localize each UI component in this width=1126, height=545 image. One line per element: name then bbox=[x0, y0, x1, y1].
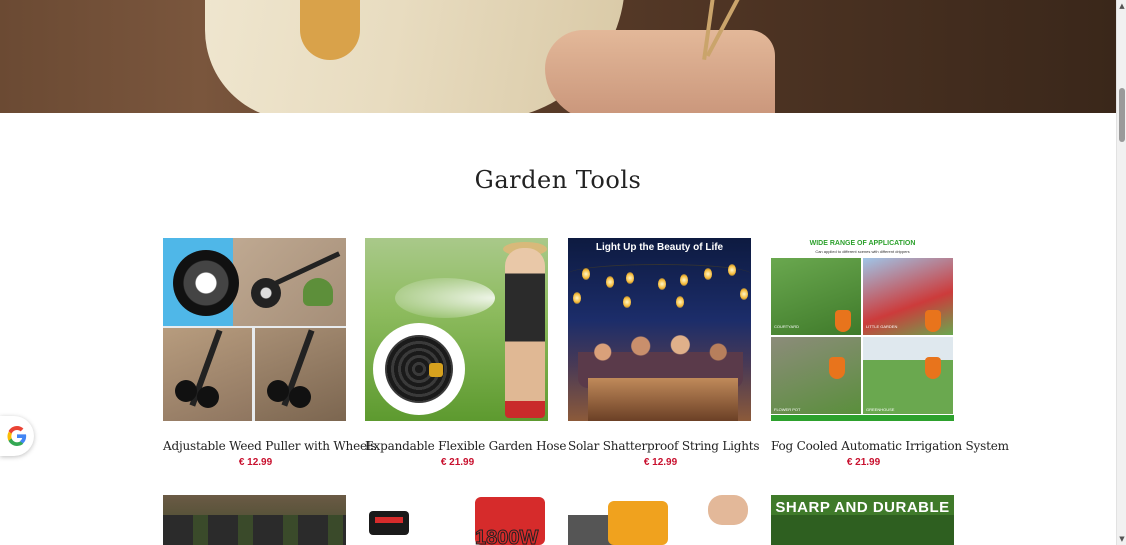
product-price: € 12.99 bbox=[238, 457, 273, 468]
image-headline: WIDE RANGE OF APPLICATION bbox=[809, 240, 916, 247]
product-card[interactable]: Adjustable Weed Puller with Wheels € 12.… bbox=[163, 238, 377, 468]
product-card[interactable]: Expandable Flexible Garden Hose € 21.99 bbox=[365, 238, 566, 468]
image-label: FLOWER POT bbox=[774, 407, 801, 412]
section-title: Garden Tools bbox=[474, 166, 642, 194]
product-name[interactable]: Fog Cooled Automatic Irrigation System bbox=[771, 439, 1009, 453]
image-label: COURTYARD bbox=[774, 324, 799, 329]
product-price: € 21.99 bbox=[846, 457, 881, 468]
scroll-thumb[interactable] bbox=[1119, 88, 1125, 142]
image-headline: 1800W bbox=[474, 527, 539, 545]
cordless-tool-image[interactable]: 1800W bbox=[365, 495, 548, 545]
product-card[interactable]: Light Up the Beauty of Life Solar Shatte… bbox=[568, 238, 760, 468]
garden-hose-image[interactable] bbox=[365, 238, 548, 421]
hero-banner bbox=[0, 0, 1116, 113]
image-label: GREENHOUSE bbox=[866, 407, 895, 412]
page-scrollbar[interactable]: ▲ ▼ bbox=[1116, 0, 1126, 545]
grass-shears-image[interactable]: SHARP AND DURABLE bbox=[771, 495, 954, 545]
product-name[interactable]: Solar Shatterproof String Lights bbox=[568, 439, 760, 453]
irrigation-system-image[interactable]: WIDE RANGE OF APPLICATION Can applied to… bbox=[771, 238, 954, 421]
product-name[interactable]: Expandable Flexible Garden Hose bbox=[365, 439, 566, 453]
chainsaw-attachment-image[interactable] bbox=[568, 495, 751, 545]
image-headline: SHARP AND DURABLE bbox=[775, 499, 950, 516]
image-label: LITTLE GARDEN bbox=[866, 324, 898, 329]
product-card[interactable]: WIDE RANGE OF APPLICATION Can applied to… bbox=[771, 238, 1009, 468]
product-price: € 21.99 bbox=[440, 457, 475, 468]
google-badge[interactable] bbox=[0, 416, 34, 456]
planter-image[interactable] bbox=[163, 495, 346, 545]
image-headline: Light Up the Beauty of Life bbox=[595, 242, 724, 253]
scroll-up-icon[interactable]: ▲ bbox=[1118, 2, 1126, 10]
google-icon bbox=[7, 426, 27, 446]
hero-vneck-shape bbox=[300, 0, 360, 60]
string-lights-image[interactable]: Light Up the Beauty of Life bbox=[568, 238, 751, 421]
image-subheadline: Can applied to different scenes with dif… bbox=[815, 249, 910, 254]
product-name[interactable]: Adjustable Weed Puller with Wheels bbox=[163, 439, 377, 453]
weed-puller-image[interactable] bbox=[163, 238, 346, 421]
product-price: € 12.99 bbox=[643, 457, 678, 468]
hero-hands-shape bbox=[545, 30, 775, 113]
scroll-down-icon[interactable]: ▼ bbox=[1118, 535, 1126, 543]
